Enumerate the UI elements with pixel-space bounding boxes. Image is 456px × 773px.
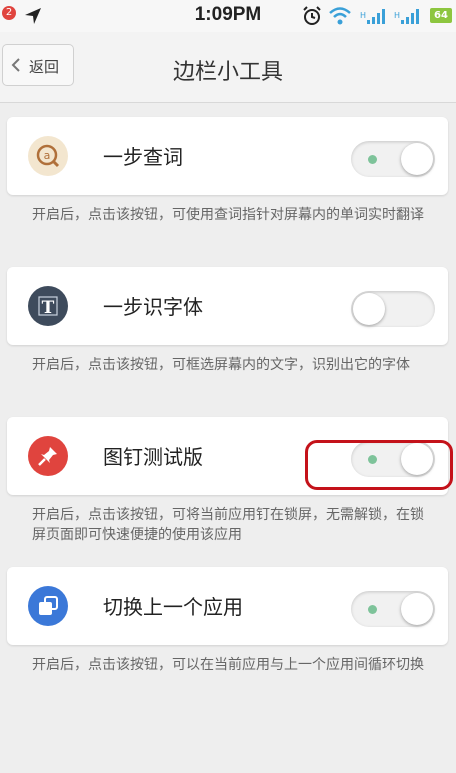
toggle-indicator [368,605,377,614]
toggle-indicator [368,155,377,164]
tool-description: 开启后，点击该按钮，可以在当前应用与上一个应用间循环切换 [32,657,424,673]
svg-text:a: a [44,149,51,162]
switch-app-toggle[interactable] [351,591,435,627]
tool-card-lookup: a 一步查词 [7,117,448,195]
pushpin-icon [28,436,68,476]
tool-label: 切换上一个应用 [103,595,243,619]
toggle-knob [353,293,385,325]
tool-label: 一步查词 [103,145,183,169]
lookup-toggle[interactable] [351,141,435,177]
tool-description: 开启后，点击该按钮，可将当前应用钉在锁屏，无需解锁，在锁屏页面即可快速便捷的使用… [32,507,424,543]
tool-card-font-identify: T 一步识字体 [7,267,448,345]
signal-icon-2: H [394,9,419,24]
a-magnifier-icon: a [28,136,68,176]
status-bar: 2 1:09PM H H 64 [0,0,456,32]
signal-icon: H [360,9,385,24]
battery-icon: 64 [430,8,452,23]
switch-app-icon [28,586,68,626]
letter-t-icon: T [28,286,68,326]
toggle-knob [401,143,433,175]
tool-description: 开启后，点击该按钮，可框选屏幕内的文字，识别出它的字体 [32,357,410,373]
svg-text:H: H [360,11,366,20]
tool-label: 图钉测试版 [103,445,203,469]
alarm-clock-icon [303,6,321,25]
font-identify-toggle[interactable] [351,291,435,327]
page-title: 边栏小工具 [172,60,283,85]
wifi-icon [329,7,351,25]
tool-description: 开启后，点击该按钮，可使用查词指针对屏幕内的单词实时翻译 [32,207,424,223]
tool-label: 一步识字体 [103,295,203,319]
navigation-header: 返回 边栏小工具 [0,32,456,103]
svg-text:T: T [42,298,55,318]
svg-text:H: H [394,11,400,20]
highlight-annotation [305,440,453,490]
tool-card-switch-app: 切换上一个应用 [7,567,448,645]
status-icons: H H 64 [302,5,452,27]
toggle-knob [401,593,433,625]
